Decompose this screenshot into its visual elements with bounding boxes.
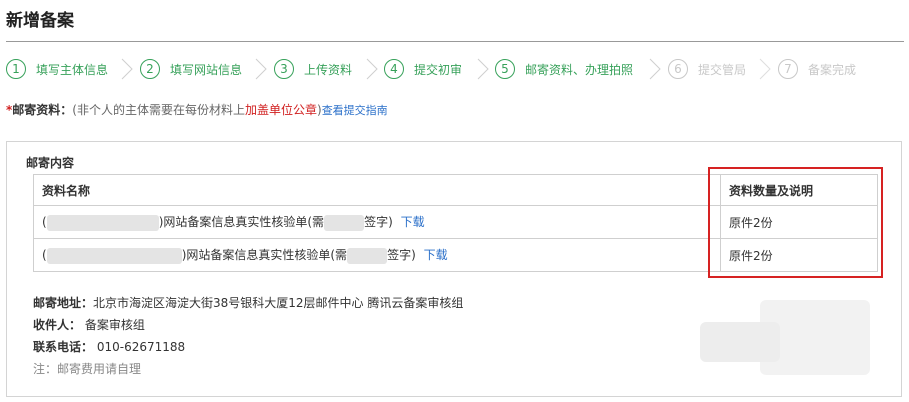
step-number: 6 [668,59,688,79]
step-number: 1 [6,59,26,79]
mail-note-highlight: 加盖单位公章 [244,103,317,117]
step-number: 7 [778,59,798,79]
step-label: 填写网站信息 [170,62,243,77]
redacted-watermark [760,300,870,375]
step-5: 5 邮寄资料、办理拍照 [495,52,633,86]
name-suffix: )网站备案信息真实性核验单(需 [181,248,348,263]
chevron-right-icon [759,58,771,80]
submission-guide-link[interactable]: 查看提交指南 [322,104,388,117]
step-label: 邮寄资料、办理拍照 [525,62,634,77]
document-name-cell: ( )网站备案信息真实性核验单(需 签字) 下载 [33,205,721,239]
step-label: 上传资料 [304,62,353,77]
step-number: 2 [140,59,160,79]
chevron-right-icon [366,58,378,80]
redacted-text [324,214,365,231]
download-link[interactable]: 下载 [424,248,448,262]
mail-address: 邮寄地址：北京市海淀区海淀大街38号银科大厦12层邮件中心 腾讯云备案审核组 [33,294,463,311]
redacted-text [46,214,159,231]
redacted-text [347,247,388,264]
step-progress: 1 填写主体信息 2 填写网站信息 3 上传资料 4 提交初审 5 邮寄资料、办… [6,52,906,86]
step-1: 1 填写主体信息 [6,52,108,86]
document-name-cell: ( )网站备案信息真实性核验单(需 签字) 下载 [33,238,721,272]
step-number: 3 [274,59,294,79]
step-label: 备案完成 [808,62,857,77]
highlight-box [708,167,883,278]
name-prefix: ( [42,248,47,263]
phone-label: 联系电话： [33,340,94,354]
step-4: 4 提交初审 [384,52,462,86]
name-prefix: ( [42,215,47,230]
step-number: 5 [495,59,515,79]
step-3: 3 上传资料 [274,52,352,86]
step-number: 4 [384,59,404,79]
chevron-right-icon [121,58,133,80]
mail-note: (非个人的主体需要在每份材料上 [72,103,245,117]
redacted-text [46,247,182,264]
chevron-right-icon [255,58,267,80]
step-2: 2 填写网站信息 [140,52,242,86]
mail-contents-title: 邮寄内容 [26,156,75,170]
column-header-name: 资料名称 [33,174,721,206]
page-title: 新增备案 [6,11,74,31]
mail-requirement-line: *邮寄资料：(非个人的主体需要在每份材料上加盖单位公章)查看提交指南 [6,101,388,118]
recipient: 收件人： 备案审核组 [33,316,145,333]
step-label: 提交管局 [698,62,747,77]
phone-value: 010-62671188 [96,340,186,354]
step-6: 6 提交管局 [668,52,746,86]
title-divider [6,41,904,42]
postage-note: 注：邮寄费用请自理 [33,362,142,376]
recipient-label: 收件人： [33,318,82,332]
contact-phone: 联系电话： 010-62671188 [33,338,185,355]
name-end: 签字) [364,215,393,230]
name-suffix: )网站备案信息真实性核验单(需 [158,215,325,230]
mail-label: 邮寄资料： [12,103,73,117]
step-label: 提交初审 [414,62,463,77]
chevron-right-icon [649,58,661,80]
address-label: 邮寄地址： [33,296,94,310]
step-label: 填写主体信息 [36,62,109,77]
step-7: 7 备案完成 [778,52,856,86]
address-value: 北京市海淀区海淀大街38号银科大厦12层邮件中心 腾讯云备案审核组 [93,296,464,310]
recipient-value: 备案审核组 [84,318,145,332]
name-end: 签字) [387,248,416,263]
download-link[interactable]: 下载 [401,215,425,229]
chevron-right-icon [477,58,489,80]
